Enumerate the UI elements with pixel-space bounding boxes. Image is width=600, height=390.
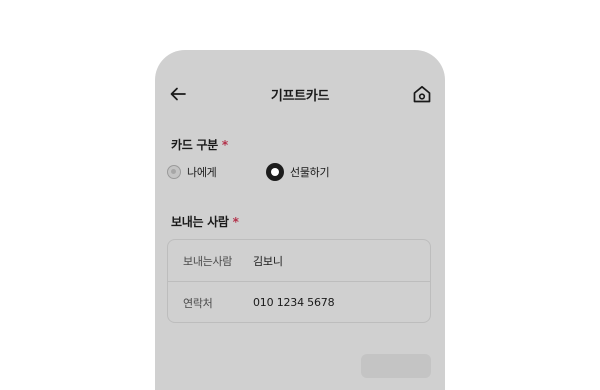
- sender-name-row[interactable]: 보내는사람 김보니: [168, 240, 430, 281]
- sender-name-label: 보내는사람: [183, 254, 233, 268]
- radio-option-gift[interactable]: 선물하기: [266, 162, 330, 182]
- sender-label: 보내는 사람: [171, 215, 229, 229]
- required-mark: *: [232, 215, 239, 229]
- sender-phone-row[interactable]: 연락처 010 1234 5678: [168, 281, 430, 323]
- sender-phone-value: 010 1234 5678: [253, 296, 335, 309]
- sender-phone-label: 연락처: [183, 296, 213, 310]
- sender-section-label: 보내는 사람 *: [171, 213, 239, 230]
- radio-checked-icon: [266, 163, 284, 181]
- radio-unchecked-icon: [167, 165, 181, 179]
- card-type-label: 카드 구분: [171, 138, 218, 152]
- home-icon: [413, 85, 431, 103]
- app-header: 기프트카드: [155, 50, 445, 140]
- radio-option-label: 나에게: [187, 166, 217, 179]
- required-mark: *: [221, 138, 228, 152]
- page-title: 기프트카드: [270, 89, 330, 104]
- sender-info-card: 보내는사람 김보니 연락처 010 1234 5678: [167, 239, 431, 323]
- app-screen: 기프트카드 카드 구분 * 나에게 선물하기 보내는 사람 * 보내는사람 김보니 …: [155, 50, 445, 390]
- radio-option-label: 선물하기: [290, 166, 330, 179]
- card-type-radio-group: 나에게 선물하기: [167, 162, 437, 182]
- sender-name-value: 김보니: [253, 254, 283, 268]
- home-button[interactable]: [411, 83, 433, 105]
- radio-option-to-me[interactable]: 나에게: [167, 162, 217, 182]
- partially-visible-button[interactable]: [361, 354, 431, 378]
- card-type-section-label: 카드 구분 *: [171, 136, 228, 153]
